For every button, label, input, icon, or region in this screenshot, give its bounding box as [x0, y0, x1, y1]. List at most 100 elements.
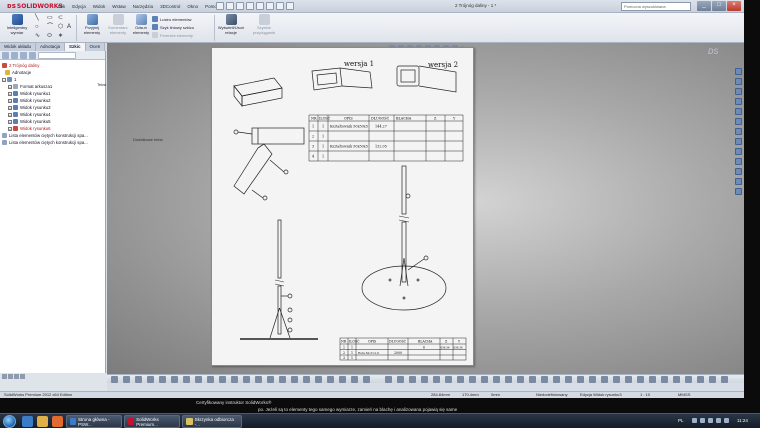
expand-icon[interactable]: + [8, 119, 12, 124]
select-icon[interactable] [266, 2, 274, 10]
text-icon[interactable]: A [67, 24, 71, 30]
tool-icon[interactable] [243, 376, 250, 383]
tool-icon[interactable] [409, 376, 416, 383]
view-palette-icon[interactable] [734, 98, 742, 105]
tool-icon[interactable] [147, 376, 154, 383]
status-scale[interactable]: 1 : 10 [640, 392, 650, 398]
tool-icon[interactable] [469, 376, 476, 383]
property-manager-icon[interactable] [11, 52, 18, 59]
close-button[interactable]: × [727, 1, 741, 11]
tool-icon[interactable] [577, 376, 584, 383]
battery-icon[interactable] [716, 418, 721, 423]
drawing-sheet[interactable]: wersja 1 wersja 2 NR ILOŚĆ OPIS DŁUGOŚĆ … [211, 47, 474, 366]
tree-item-sheet[interactable]: −1 [1, 76, 104, 83]
photoview-icon[interactable] [734, 188, 742, 195]
tool-icon[interactable] [219, 376, 226, 383]
tool-icon[interactable] [363, 376, 370, 383]
tool-icon[interactable] [195, 376, 202, 383]
tool-icon[interactable] [339, 376, 346, 383]
line-icon[interactable]: ╲ [35, 15, 39, 21]
tool-icon[interactable] [589, 376, 596, 383]
last-sheet-icon[interactable] [20, 373, 25, 379]
custom-properties-icon[interactable] [734, 118, 742, 125]
language-indicator[interactable]: PL [678, 418, 684, 423]
taskbar-item-solidworks[interactable]: SolidWorks Premium... [124, 415, 180, 428]
tree-item-cutlist1[interactable]: Lista elementów ciętych konstrukcji spa.… [1, 132, 104, 139]
tool-icon[interactable] [303, 376, 310, 383]
minimize-button[interactable]: _ [697, 1, 711, 11]
tool-icon[interactable] [255, 376, 262, 383]
volume-icon[interactable] [700, 418, 705, 423]
cut-list-table[interactable]: NR ILOŚĆ OPIS DŁUGOŚĆ BLACHA Z Y 1 1 Ksz… [308, 114, 464, 162]
tool-icon[interactable] [553, 376, 560, 383]
menu-view[interactable]: Widok [91, 3, 108, 10]
explorer-icon[interactable] [37, 416, 48, 427]
tool-icon[interactable] [397, 376, 404, 383]
sustainability-icon[interactable] [734, 178, 742, 185]
open-icon[interactable] [226, 2, 234, 10]
tool-icon[interactable] [327, 376, 334, 383]
menu-edit[interactable]: Edycja [70, 3, 88, 10]
tool-icon[interactable] [385, 376, 392, 383]
menu-insert[interactable]: Wstaw [110, 3, 128, 10]
toolbox-icon[interactable] [734, 148, 742, 155]
new-icon[interactable] [216, 2, 224, 10]
tool-icon[interactable] [721, 376, 728, 383]
file-explorer-icon[interactable] [734, 88, 742, 95]
tree-item-view6[interactable]: + Widok rysunku6 [1, 125, 104, 132]
expand-icon[interactable]: + [8, 98, 12, 103]
resources-icon[interactable] [734, 68, 742, 75]
rebuild-icon[interactable] [276, 2, 284, 10]
quick-snaps-button[interactable]: Szybkie przyciąganie [251, 14, 277, 35]
tool-icon[interactable] [661, 376, 668, 383]
prev-sheet-icon[interactable] [8, 373, 13, 379]
cut-list-table-2[interactable]: NR ILOŚĆ OPIS DŁUGOŚĆ BLACHA Z Y 1 1 6 8… [339, 337, 467, 361]
maximize-button[interactable]: □ [712, 1, 726, 11]
tab-evaluate[interactable]: Ocen [85, 43, 106, 51]
expand-icon[interactable]: + [8, 91, 12, 96]
offset-entities-button[interactable]: Odsuń elementy [131, 14, 151, 35]
collapse-icon[interactable]: − [2, 77, 6, 82]
comment-items-button[interactable]: Komentarz elementy [106, 14, 130, 35]
tool-icon[interactable] [291, 376, 298, 383]
tool-icon[interactable] [159, 376, 166, 383]
point-icon[interactable]: ∗ [58, 33, 63, 39]
arc-icon[interactable]: ⌒ [47, 24, 53, 30]
tool-icon[interactable] [231, 376, 238, 383]
search-results-icon[interactable] [734, 128, 742, 135]
linear-pattern-button[interactable]: Szyk liniowy szkicu [152, 24, 194, 30]
smart-dimension-button[interactable]: Inteligentny wymiar [3, 14, 31, 35]
tool-icon[interactable] [529, 376, 536, 383]
tree-item-cutlist2[interactable]: Lista elementów ciętych konstrukcji spa.… [1, 139, 104, 146]
clock[interactable]: 11:24 [737, 418, 748, 423]
tree-item-view3[interactable]: + Widok rysunku3 [1, 104, 104, 111]
tray-app-icon[interactable] [724, 418, 729, 423]
tool-icon[interactable] [673, 376, 680, 383]
tree-item-sheet-format[interactable]: + Format arkusza1 [1, 83, 104, 90]
print-icon[interactable] [246, 2, 254, 10]
rectangle-icon[interactable]: ▭ [47, 15, 53, 21]
media-player-icon[interactable] [52, 416, 63, 427]
tool-icon[interactable] [637, 376, 644, 383]
ie-icon[interactable] [22, 416, 33, 427]
taskbar-item-browser[interactable]: Strona główna - PSW... [66, 415, 122, 428]
tree-item-view2[interactable]: + Widok rysunku2 [1, 97, 104, 104]
first-sheet-icon[interactable] [2, 373, 7, 379]
network-icon[interactable] [692, 418, 697, 423]
tool-icon[interactable] [445, 376, 452, 383]
taskbar-item-mail[interactable]: Skrzynka odbiorcza -... [182, 415, 242, 428]
tool-icon[interactable] [649, 376, 656, 383]
tool-icon[interactable] [625, 376, 632, 383]
save-icon[interactable] [236, 2, 244, 10]
tool-icon[interactable] [709, 376, 716, 383]
tool-icon[interactable] [493, 376, 500, 383]
polygon-icon[interactable]: ⬡ [58, 24, 63, 30]
tree-item-annotations[interactable]: Adnotacje [1, 69, 104, 76]
tool-icon[interactable] [481, 376, 488, 383]
forum-icon[interactable] [734, 138, 742, 145]
tool-icon[interactable] [433, 376, 440, 383]
expand-icon[interactable]: + [8, 84, 12, 89]
tool-icon[interactable] [505, 376, 512, 383]
menu-window[interactable]: Okno [185, 3, 200, 10]
menu-file[interactable]: Plik [56, 3, 67, 10]
